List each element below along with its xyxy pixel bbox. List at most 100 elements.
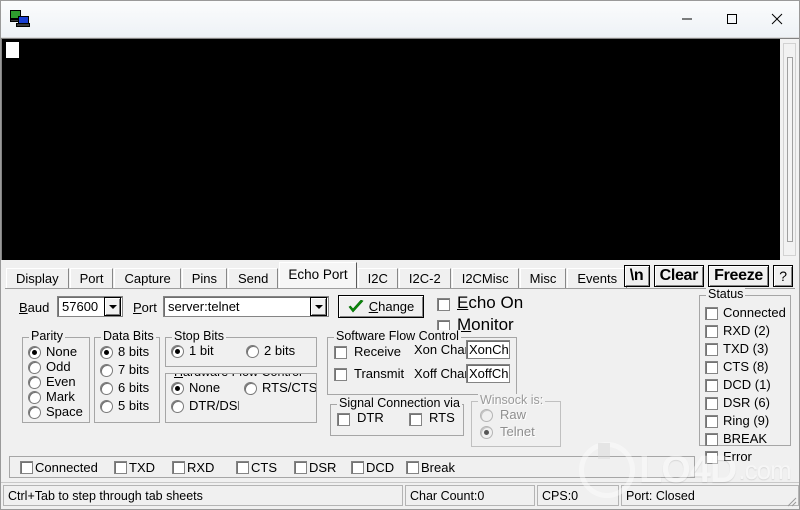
- status-row[interactable]: DCD (1): [700, 377, 790, 395]
- status-row[interactable]: Connected: [700, 305, 790, 323]
- scrollbar-thumb[interactable]: [787, 57, 793, 242]
- title-bar: [1, 1, 799, 38]
- status-row[interactable]: DSR (6): [700, 395, 790, 413]
- flag-connected[interactable]: Connected: [20, 460, 98, 475]
- status-row[interactable]: Ring (9): [700, 413, 790, 431]
- flag-rxd[interactable]: RXD: [172, 460, 214, 475]
- port-combo[interactable]: server:telnet: [163, 296, 329, 317]
- parity-radio-space[interactable]: [28, 406, 41, 419]
- change-button[interactable]: Change: [338, 295, 424, 318]
- port-value: server:telnet: [168, 299, 240, 314]
- data-bits-radio-5[interactable]: [100, 400, 113, 413]
- signal-connection-group: Signal Connection via DTR RTS: [330, 397, 464, 436]
- maximize-icon[interactable]: [709, 1, 754, 37]
- tab-pins[interactable]: Pins: [181, 268, 228, 288]
- hardware-flow-radio-none[interactable]: [171, 382, 184, 395]
- tab-events[interactable]: Events: [567, 268, 628, 288]
- baud-combo[interactable]: 57600: [57, 296, 123, 317]
- status-row[interactable]: BREAK: [700, 431, 790, 449]
- terminal-caret: [6, 42, 19, 58]
- tab-port[interactable]: Port: [69, 268, 114, 288]
- tab-send[interactable]: Send: [228, 268, 279, 288]
- status-row[interactable]: TXD (3): [700, 341, 790, 359]
- terminal-output[interactable]: [2, 39, 779, 260]
- stop-bits-radio-1[interactable]: [171, 345, 184, 358]
- xon-char-field[interactable]: XonChar: [466, 340, 510, 359]
- winsock-label-raw: Raw: [500, 407, 527, 422]
- flag-checkbox-break[interactable]: [406, 461, 419, 474]
- chevron-down-icon[interactable]: [104, 297, 121, 316]
- resize-grip-icon[interactable]: [783, 493, 797, 507]
- tab-i2c-2[interactable]: I2C-2: [398, 268, 451, 288]
- software-flow-transmit-checkbox[interactable]: [334, 368, 347, 381]
- tab-misc[interactable]: Misc: [519, 268, 567, 288]
- status-checkbox-dsr[interactable]: [705, 397, 718, 410]
- tab-capture[interactable]: Capture: [114, 268, 181, 288]
- hardware-flow-group: Hardware Flow Control None RTS/CTS DTR/D…: [165, 373, 317, 423]
- status-row[interactable]: Error: [700, 449, 790, 467]
- stop-bits-radio-2[interactable]: [246, 345, 259, 358]
- winsock-radio-telnet[interactable]: [480, 426, 493, 439]
- help-button[interactable]: ?: [773, 265, 793, 287]
- stop-bits-label-1: 1 bit: [189, 343, 214, 358]
- winsock-title: Winsock is:: [478, 393, 546, 407]
- parity-radio-even[interactable]: [28, 376, 41, 389]
- echo-on-checkbox[interactable]: [437, 298, 450, 311]
- data-bits-radio-6[interactable]: [100, 382, 113, 395]
- status-checkbox-break[interactable]: [705, 433, 718, 446]
- flag-checkbox-rxd[interactable]: [172, 461, 185, 474]
- status-row[interactable]: RXD (2): [700, 323, 790, 341]
- status-label-break: BREAK: [723, 431, 768, 446]
- status-checkbox-rxd[interactable]: [705, 325, 718, 338]
- terminal-scrollbar[interactable]: [779, 39, 799, 260]
- data-bits-radio-7[interactable]: [100, 364, 113, 377]
- close-icon[interactable]: [754, 1, 799, 37]
- freeze-button[interactable]: Freeze: [708, 265, 769, 287]
- flag-break[interactable]: Break: [406, 460, 455, 475]
- signal-rts-checkbox[interactable]: [409, 413, 422, 426]
- flag-checkbox-cts[interactable]: [236, 461, 249, 474]
- status-checkbox-dcd[interactable]: [705, 379, 718, 392]
- minimize-icon[interactable]: [664, 1, 709, 37]
- parity-radio-mark[interactable]: [28, 391, 41, 404]
- hardware-flow-radio-dtrdsr[interactable]: [171, 400, 184, 413]
- flag-label-rxd: RXD: [187, 460, 215, 475]
- flag-label-cts: CTS: [251, 460, 277, 475]
- status-checkbox-ring[interactable]: [705, 415, 718, 428]
- flag-dcd[interactable]: DCD: [351, 460, 394, 475]
- hardware-flow-label-dtrdsr: DTR/DSR: [189, 398, 239, 413]
- terminal-area: [1, 38, 799, 260]
- software-flow-group: Software Flow Control Receive Transmit X…: [327, 330, 517, 395]
- flag-checkbox-txd[interactable]: [114, 461, 127, 474]
- parity-radio-none[interactable]: [28, 346, 41, 359]
- flag-checkbox-connected[interactable]: [20, 461, 33, 474]
- clear-button[interactable]: Clear: [653, 265, 705, 287]
- tab-i2c[interactable]: I2C: [357, 268, 398, 288]
- tab-i2cmisc[interactable]: I2CMisc: [451, 268, 519, 288]
- flag-checkbox-dsr[interactable]: [294, 461, 307, 474]
- flag-txd[interactable]: TXD: [114, 460, 155, 475]
- hardware-flow-radio-rtscts[interactable]: [244, 382, 257, 395]
- flag-cts[interactable]: CTS: [236, 460, 277, 475]
- signal-dtr-checkbox[interactable]: [337, 413, 350, 426]
- status-checkbox-txd[interactable]: [705, 343, 718, 356]
- software-flow-receive-checkbox[interactable]: [334, 346, 347, 359]
- status-checkbox-error[interactable]: [705, 451, 718, 464]
- flag-checkbox-dcd[interactable]: [351, 461, 364, 474]
- winsock-radio-raw[interactable]: [480, 409, 493, 422]
- parity-radio-odd[interactable]: [28, 361, 41, 374]
- status-checkbox-cts[interactable]: [705, 361, 718, 374]
- flag-dsr[interactable]: DSR: [294, 460, 336, 475]
- toolbar-buttons: \n Clear Freeze ?: [623, 265, 793, 287]
- hardware-flow-label-none: None: [189, 380, 221, 395]
- xoff-char-field[interactable]: XoffChar: [466, 364, 510, 383]
- stop-bits-group: Stop Bits 1 bit 2 bits: [165, 330, 317, 367]
- tab-echo-port[interactable]: Echo Port: [279, 262, 357, 288]
- newline-button[interactable]: \n: [623, 265, 650, 287]
- tab-display[interactable]: Display: [6, 268, 69, 288]
- status-checkbox-connected[interactable]: [705, 307, 718, 320]
- status-row[interactable]: CTS (8): [700, 359, 790, 377]
- chevron-down-icon[interactable]: [310, 297, 327, 316]
- data-bits-radio-8[interactable]: [100, 346, 113, 359]
- status-label-connected: Connected: [723, 305, 786, 320]
